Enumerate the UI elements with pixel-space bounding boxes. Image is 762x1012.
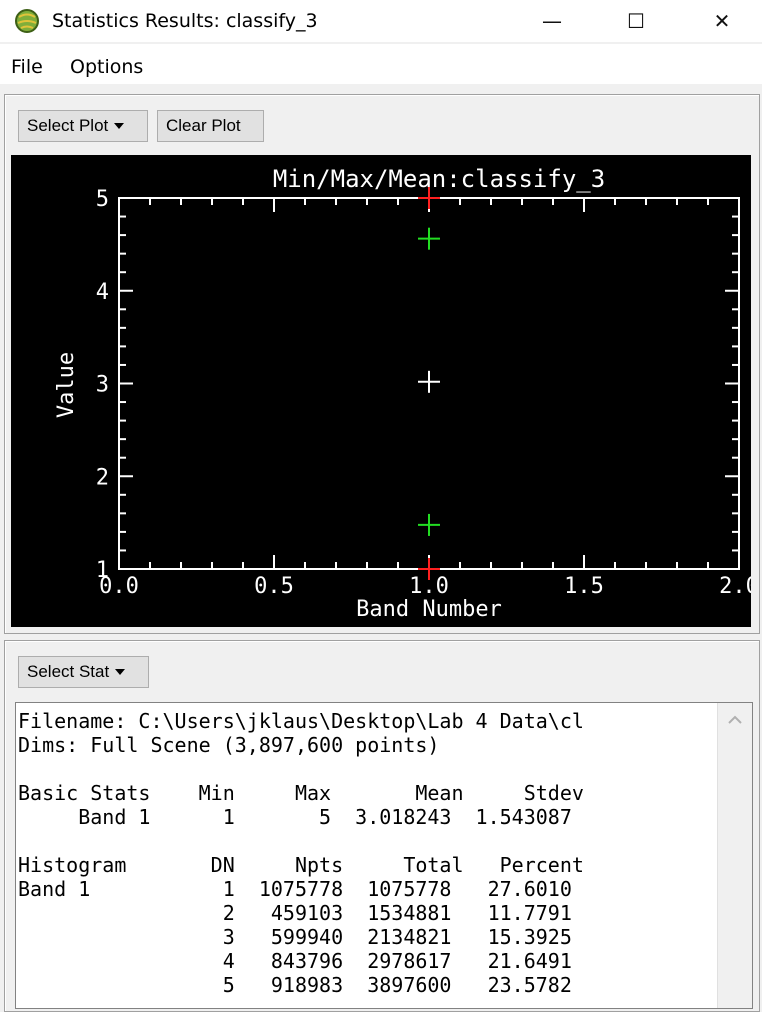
report-dims: Dims: Full Scene (3,897,600 points) [18,733,440,757]
report-hist-row: 3 599940 2134821 15.3925 [18,925,572,949]
report-filename: Filename: C:\Users\jklaus\Desktop\Lab 4 … [18,709,584,733]
maximize-icon: ☐ [627,9,645,33]
close-icon: ✕ [713,9,731,33]
select-stat-button[interactable]: Select Stat [18,656,149,688]
y-axis-label: Value [54,352,79,418]
menu-file[interactable]: File [11,56,43,78]
maximize-button[interactable]: ☐ [608,0,664,42]
app-globe-icon [15,9,39,33]
close-button[interactable]: ✕ [694,0,750,42]
plot-title: Min/Max/Mean:classify_3 [273,165,605,193]
menu-options[interactable]: Options [70,56,143,78]
plot-points [418,187,440,580]
report-hist-row: 4 843796 2978617 21.6491 [18,949,572,973]
x-axis-label: Band Number [356,597,502,622]
plus-marker [418,227,440,250]
x-tick-label: 0.5 [254,574,294,599]
y-tick-label: 3 [96,373,109,398]
y-tick-label: 5 [96,187,109,212]
window-title: Statistics Results: classify_3 [52,10,318,32]
report-hist-row: Band 1 1 1075778 1075778 27.6010 [18,877,572,901]
plus-marker [418,513,440,536]
plot-canvas: Min/Max/Mean:classify_3 Band Number Valu… [54,165,759,622]
y-tick-label: 1 [96,558,109,583]
select-stat-label: Select Stat [27,662,110,681]
report-hist-row: 5 918983 3897600 23.5782 [18,973,572,997]
plot-ticks: 0.00.51.01.52.012345 [96,187,759,599]
plus-marker [418,370,440,393]
title-bar: Statistics Results: classify_3 — ☐ ✕ [0,0,762,42]
x-tick-label: 2.0 [719,574,751,599]
stats-plot[interactable]: Min/Max/Mean:classify_3 Band Number Valu… [11,155,759,627]
report-basic-header: Basic Stats Min Max Mean Stdev [18,781,584,805]
scroll-up-icon[interactable] [718,703,752,733]
clear-plot-button[interactable]: Clear Plot [157,110,264,142]
report-hist-header: Histogram DN Npts Total Percent [18,853,584,877]
minimize-icon: — [542,9,562,33]
x-tick-label: 1.5 [564,574,604,599]
dropdown-arrow-icon [114,123,125,129]
y-tick-label: 4 [96,280,109,305]
y-tick-label: 2 [96,465,109,490]
report-hist-row: 2 459103 1534881 11.7791 [18,901,572,925]
menu-bar: File Options [0,44,762,84]
select-plot-button[interactable]: Select Plot [18,110,148,142]
report-scrollbar[interactable] [717,703,752,1008]
select-plot-label: Select Plot [27,116,109,135]
clear-plot-label: Clear Plot [166,116,241,135]
report-basic-row: Band 1 1 5 3.018243 1.543087 [18,805,572,829]
stats-report[interactable]: Filename: C:\Users\jklaus\Desktop\Lab 4 … [15,702,753,1009]
dropdown-arrow-icon [115,669,126,675]
minimize-button[interactable]: — [524,0,580,42]
